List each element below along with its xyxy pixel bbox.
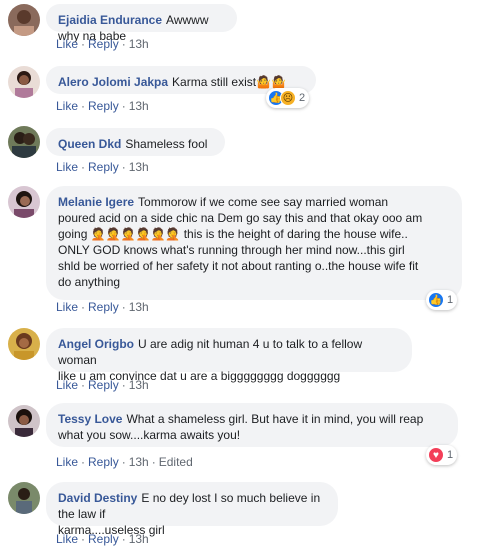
separator: · — [151, 455, 156, 469]
separator: · — [121, 160, 126, 174]
like-icon: 👍 — [428, 292, 444, 308]
comment-bubble: Melanie Igere Tommorow if we come see say… — [46, 186, 462, 300]
comment-text: going — [58, 227, 91, 241]
like-link[interactable]: Like — [56, 532, 78, 546]
separator: · — [121, 37, 126, 51]
comment-actions: Like · Reply · 13h · Edited — [56, 454, 193, 470]
like-link[interactable]: Like — [56, 160, 78, 174]
separator: · — [81, 300, 86, 314]
reaction-count: 2 — [299, 92, 306, 104]
timestamp[interactable]: 13h — [129, 455, 149, 469]
comment-text: poured acid on a side chic na Dem go say… — [58, 211, 423, 225]
separator: · — [121, 378, 126, 392]
edited-label[interactable]: Edited — [159, 455, 193, 469]
comment-actions: Like · Reply · 13h — [56, 377, 149, 393]
comment-author[interactable]: Tessy Love — [58, 412, 122, 426]
comment-actions: Like · Reply · 13h — [56, 98, 149, 114]
avatar[interactable] — [8, 482, 40, 514]
avatar[interactable] — [8, 328, 40, 360]
comment-text: do anything — [58, 275, 121, 289]
separator: · — [81, 37, 86, 51]
like-link[interactable]: Like — [56, 37, 78, 51]
comment-actions: Like · Reply · 13h — [56, 531, 149, 547]
timestamp[interactable]: 13h — [129, 300, 149, 314]
separator: · — [81, 378, 86, 392]
timestamp[interactable]: 13h — [129, 99, 149, 113]
reply-link[interactable]: Reply — [88, 455, 119, 469]
comment-bubble: Ejaidia Endurance Awwww why na babe — [46, 4, 237, 43]
separator: · — [81, 455, 86, 469]
reactions-summary[interactable]: 👍 1 — [426, 290, 458, 310]
comment-text: What a shameless girl. But have it in mi… — [126, 412, 424, 426]
comment-author[interactable]: Alero Jolomi Jakpa — [58, 75, 168, 89]
comment-author[interactable]: Melanie Igere — [58, 195, 134, 209]
separator: · — [121, 532, 126, 546]
reaction-count: 1 — [447, 294, 454, 306]
comment-bubble: David Destiny E no dey lost I so much bel… — [46, 482, 338, 537]
avatar[interactable] — [8, 126, 40, 158]
avatar[interactable] — [8, 405, 40, 437]
comment-text: Tommorow if we come see say married woma… — [138, 195, 389, 209]
reply-link[interactable]: Reply — [88, 99, 119, 113]
haha-icon: ☹ — [280, 90, 296, 106]
like-link[interactable]: Like — [56, 300, 78, 314]
comment-text: ONLY GOD knows what's running through he… — [58, 243, 405, 257]
avatar[interactable] — [8, 4, 40, 36]
comment-text: this is the height of daring the house w… — [180, 227, 408, 241]
emoji: 🤦🤦🤦🤦🤦🤦 — [90, 227, 181, 241]
timestamp[interactable]: 13h — [129, 160, 149, 174]
like-link[interactable]: Like — [56, 455, 78, 469]
separator: · — [81, 532, 86, 546]
reply-link[interactable]: Reply — [88, 378, 119, 392]
reaction-count: 1 — [447, 449, 454, 461]
timestamp[interactable]: 13h — [129, 37, 149, 51]
like-link[interactable]: Like — [56, 99, 78, 113]
separator: · — [121, 300, 126, 314]
timestamp[interactable]: 13h — [129, 378, 149, 392]
comment-bubble: Queen Dkd Shameless fool — [46, 128, 225, 156]
comment-actions: Like · Reply · 13h — [56, 36, 149, 52]
separator: · — [121, 455, 126, 469]
comment-author[interactable]: Queen Dkd — [58, 137, 121, 151]
avatar[interactable] — [8, 186, 40, 218]
love-icon: ♥ — [428, 447, 444, 463]
comment-author[interactable]: Ejaidia Endurance — [58, 13, 162, 27]
like-link[interactable]: Like — [56, 378, 78, 392]
separator: · — [81, 160, 86, 174]
reply-link[interactable]: Reply — [88, 532, 119, 546]
reactions-summary[interactable]: ♥ 1 — [426, 445, 458, 465]
comment-bubble: Angel Origbo U are adig nit human 4 u to … — [46, 328, 412, 383]
emoji: 🤷🤷 — [256, 75, 286, 89]
separator: · — [121, 99, 126, 113]
comment-actions: Like · Reply · 13h — [56, 299, 149, 315]
reply-link[interactable]: Reply — [88, 300, 119, 314]
separator: · — [81, 99, 86, 113]
comment-text: shld be worried of her safety it not abo… — [58, 259, 419, 273]
timestamp[interactable]: 13h — [129, 532, 149, 546]
comment-author[interactable]: David Destiny — [58, 491, 137, 505]
comment-bubble: Tessy Love What a shameless girl. But hav… — [46, 403, 458, 447]
reactions-summary[interactable]: 👍 ☹ 2 — [266, 88, 310, 108]
comment-author[interactable]: Angel Origbo — [58, 337, 134, 351]
comment-actions: Like · Reply · 13h — [56, 159, 149, 175]
comment-text: Karma still exist — [172, 75, 257, 89]
comment-text: what you sow....karma awaits you! — [58, 428, 241, 442]
reply-link[interactable]: Reply — [88, 37, 119, 51]
avatar[interactable] — [8, 66, 40, 98]
reply-link[interactable]: Reply — [88, 160, 119, 174]
comment-text: Shameless fool — [125, 137, 208, 151]
